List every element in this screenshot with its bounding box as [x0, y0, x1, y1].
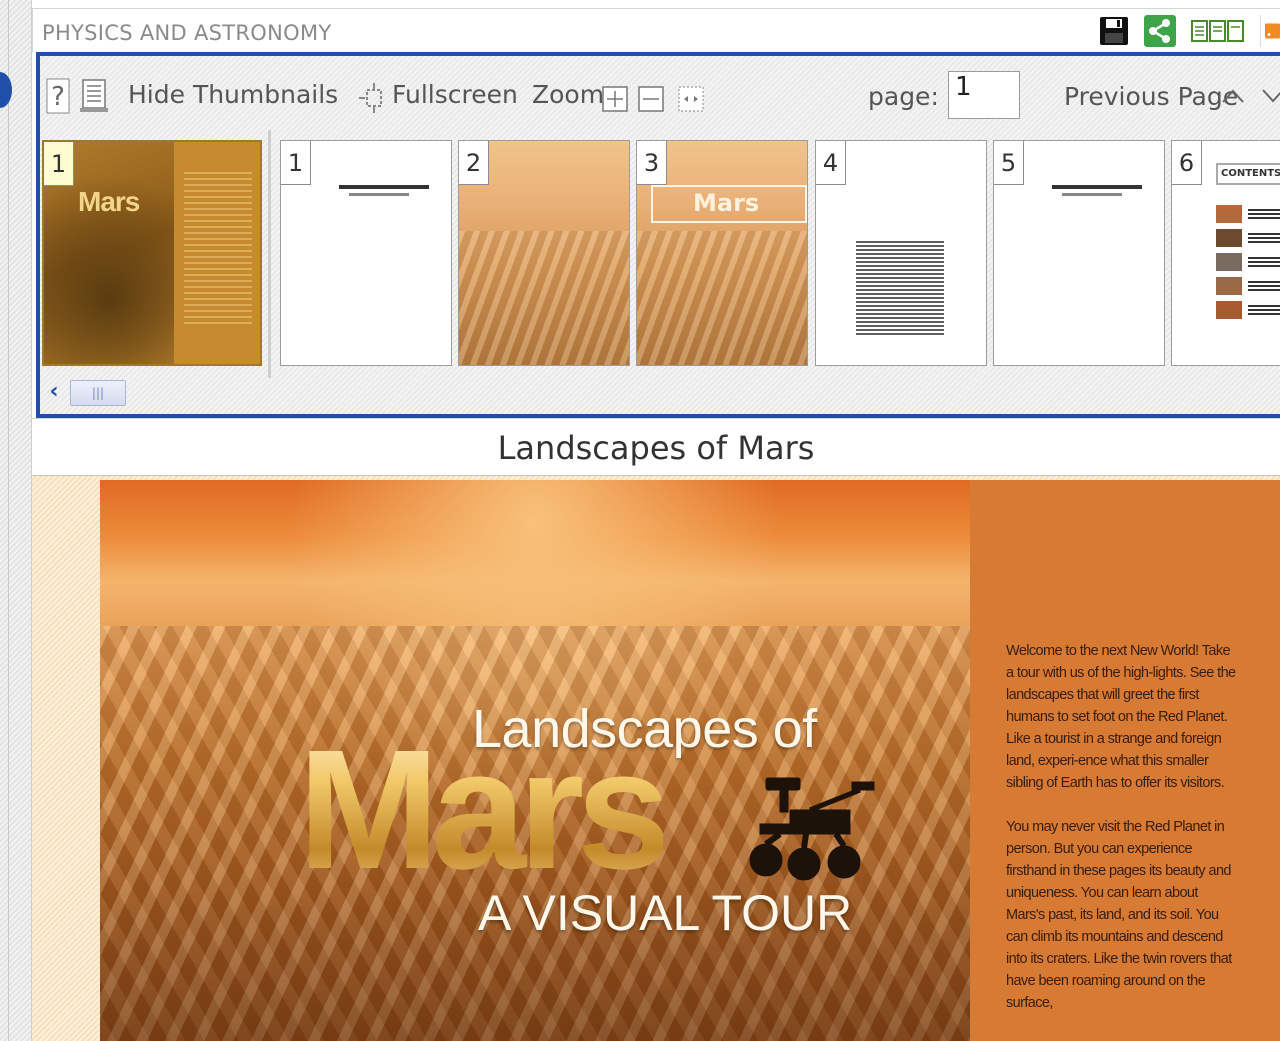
thumbnail-page[interactable]: 5	[993, 140, 1165, 366]
document-viewer-panel: ? Hide Thumbnails Fullscreen Zoom: page:…	[36, 52, 1280, 418]
sidebar-divider	[8, 0, 9, 1041]
share-icon[interactable]	[1144, 15, 1176, 47]
help-icon[interactable]: ?	[46, 78, 70, 114]
document-title: Landscapes of Mars	[32, 418, 1280, 476]
previous-page-button[interactable]: Previous Page	[1064, 82, 1238, 111]
thumbnail-title: CONTENTS	[1216, 163, 1280, 185]
header-actions	[1084, 15, 1280, 47]
page-label: page:	[868, 82, 939, 111]
thumbnail-separator	[268, 130, 271, 378]
left-sidebar-strip	[0, 0, 32, 1041]
cover-blurb: Welcome to the next New World! Take a to…	[1006, 640, 1236, 1036]
toc-image	[1216, 253, 1242, 271]
zoom-in-icon[interactable]	[602, 86, 628, 112]
chevron-down-icon[interactable]	[1260, 86, 1280, 106]
thumbnail-title: Mars	[693, 189, 760, 217]
thumbnail-number: 1	[281, 141, 311, 185]
cover-back-panel	[173, 142, 260, 364]
scrollbar-thumb[interactable]: |||	[70, 380, 126, 406]
viewer-toolbar: ? Hide Thumbnails Fullscreen Zoom: page:…	[40, 56, 1280, 136]
view-mode-icon[interactable]	[1190, 15, 1246, 47]
zoom-label: Zoom:	[532, 80, 613, 109]
thumbnail-strip: Mars 1 1 2 Mars 3 4 5 CONTENTS 6	[40, 130, 1280, 378]
document-page: Mars Landscapes of A VISUAL TOUR Welcome…	[100, 480, 1280, 1041]
blurb-paragraph: Welcome to the next New World! Take a to…	[1006, 643, 1236, 791]
toc-line	[1248, 257, 1280, 267]
header-bar: PHYSICS AND ASTRONOMY	[32, 8, 1280, 52]
toc-line	[1248, 233, 1280, 243]
cover-subtitle: A VISUAL TOUR	[478, 885, 853, 941]
thumbnail-subtitle-mark	[1062, 193, 1122, 196]
hide-thumbnails-button[interactable]: Hide Thumbnails	[128, 80, 338, 109]
thumbnail-subtitle-mark	[349, 193, 409, 196]
svg-text:?: ?	[51, 82, 65, 112]
blurb-paragraph: You may never visit the Red Planet in pe…	[1006, 819, 1232, 1011]
toc-image	[1216, 205, 1242, 223]
thumbnail-number: 3	[637, 141, 667, 185]
rover-illustration	[749, 777, 875, 881]
page-reader[interactable]: Mars Landscapes of A VISUAL TOUR Welcome…	[32, 476, 1280, 1041]
thumbnail-scrollbar[interactable]: ‹ |||	[40, 376, 1280, 410]
fullscreen-button[interactable]: Fullscreen	[392, 80, 518, 109]
toc-image	[1216, 277, 1242, 295]
thumbnail-page[interactable]: CONTENTS 6	[1171, 140, 1280, 366]
thumbnail-page[interactable]: 4	[815, 140, 987, 366]
section-title: PHYSICS AND ASTRONOMY	[42, 21, 332, 45]
highlight-marker	[0, 72, 12, 108]
page-number-input[interactable]: 1	[948, 71, 1020, 119]
thumbnail-title-mark	[1052, 185, 1142, 189]
thumbnail-number: 5	[994, 141, 1024, 185]
fullscreen-icon[interactable]	[358, 82, 390, 114]
rss-icon[interactable]	[1260, 15, 1280, 47]
thumbnail-page[interactable]: 2	[458, 140, 630, 366]
thumbnail-cover[interactable]: Mars 1	[42, 140, 262, 366]
thumbnail-page[interactable]: Mars 3	[636, 140, 808, 366]
zoom-out-icon[interactable]	[638, 86, 664, 112]
thumbnail-title-mark	[339, 185, 429, 189]
thumbnail-page[interactable]: 1	[280, 140, 452, 366]
save-icon[interactable]	[1098, 15, 1130, 47]
chevron-left-icon[interactable]: ‹	[42, 376, 66, 406]
thumbnail-number: 6	[1172, 141, 1202, 185]
toc-image	[1216, 301, 1242, 319]
thumbnail-number: 4	[816, 141, 846, 185]
thumbnail-number: 2	[459, 141, 489, 185]
thumbnail-text-block	[856, 241, 944, 337]
cover-title-top: Landscapes of	[472, 699, 817, 759]
thumbnail-title: Mars	[78, 186, 140, 217]
toc-line	[1248, 305, 1280, 315]
chevron-up-icon[interactable]	[1220, 86, 1246, 106]
thumbnail-number: 1	[44, 142, 74, 186]
thumbnails-icon[interactable]	[80, 78, 110, 114]
fit-width-icon[interactable]	[678, 86, 704, 112]
toc-line	[1248, 209, 1280, 219]
toc-line	[1248, 281, 1280, 291]
toc-image	[1216, 229, 1242, 247]
